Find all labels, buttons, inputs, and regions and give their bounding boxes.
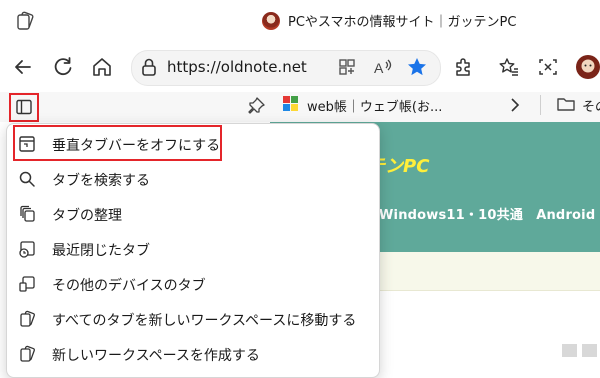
- home-icon[interactable]: [91, 56, 113, 78]
- site-favicon-webcho: [283, 96, 298, 111]
- extensions-icon[interactable]: [452, 56, 474, 78]
- app-available-icon[interactable]: [336, 56, 358, 78]
- organize-tabs-icon: [20, 205, 35, 222]
- folder-icon: [557, 98, 575, 111]
- lock-icon[interactable]: [138, 56, 160, 78]
- recently-closed-icon: [19, 241, 35, 258]
- chevron-right-icon[interactable]: [508, 96, 522, 114]
- menu-item-search-tabs[interactable]: タブを検索する: [14, 162, 370, 196]
- menu-item-move-all-to-workspace[interactable]: すべてのタブを新しいワークスペースに移動する: [14, 302, 370, 336]
- site-favicon: [262, 12, 280, 30]
- menu-item-label: タブの整理: [52, 208, 122, 224]
- workspaces-icon: [20, 310, 35, 327]
- url-text[interactable]: https://oldnote.net: [167, 58, 307, 76]
- pin-icon[interactable]: [246, 96, 266, 116]
- workspaces-icon: [20, 345, 35, 362]
- view-toggle-icon[interactable]: [562, 344, 577, 357]
- refresh-icon[interactable]: [52, 56, 74, 78]
- menu-item-label: 新しいワークスペースを作成する: [52, 348, 260, 364]
- favorite-item-webcho[interactable]: web帳｜ウェブ帳(お...: [307, 96, 442, 115]
- favorites-icon[interactable]: [498, 56, 520, 78]
- favorites-divider: [540, 95, 541, 115]
- menu-item-other-devices[interactable]: その他のデバイスのタブ: [14, 267, 370, 301]
- back-icon[interactable]: [12, 56, 34, 78]
- menu-item-label: すべてのタブを新しいワークスペースに移動する: [52, 313, 357, 329]
- site-nav[interactable]: Windows11・10共通 Android: [379, 204, 595, 223]
- menu-item-label: タブを検索する: [52, 173, 150, 189]
- view-toggle-icon[interactable]: [582, 344, 597, 357]
- window-title: PCやスマホの情報サイト｜ガッテンPC: [288, 15, 517, 30]
- search-icon: [19, 171, 35, 187]
- vertical-tabs-highlight: [9, 93, 39, 122]
- svg-text:A: A: [374, 60, 384, 76]
- menu-item-label: その他のデバイスのタブ: [52, 278, 206, 294]
- workspaces-icon[interactable]: [14, 10, 36, 32]
- menu-item-highlight: [13, 125, 222, 161]
- favorite-star-icon[interactable]: [406, 56, 428, 78]
- favorite-folder[interactable]: その: [582, 96, 600, 115]
- menu-item-label: 最近閉じたタブ: [52, 243, 150, 259]
- other-devices-icon: [19, 276, 35, 292]
- profile-avatar[interactable]: [575, 54, 600, 80]
- menu-item-recently-closed[interactable]: 最近閉じたタブ: [14, 232, 370, 266]
- menu-item-organize-tabs[interactable]: タブの整理: [14, 197, 370, 231]
- screenshot-icon[interactable]: [537, 56, 559, 78]
- menu-item-create-workspace[interactable]: 新しいワークスペースを作成する: [14, 337, 370, 371]
- read-aloud-icon[interactable]: A: [372, 56, 394, 78]
